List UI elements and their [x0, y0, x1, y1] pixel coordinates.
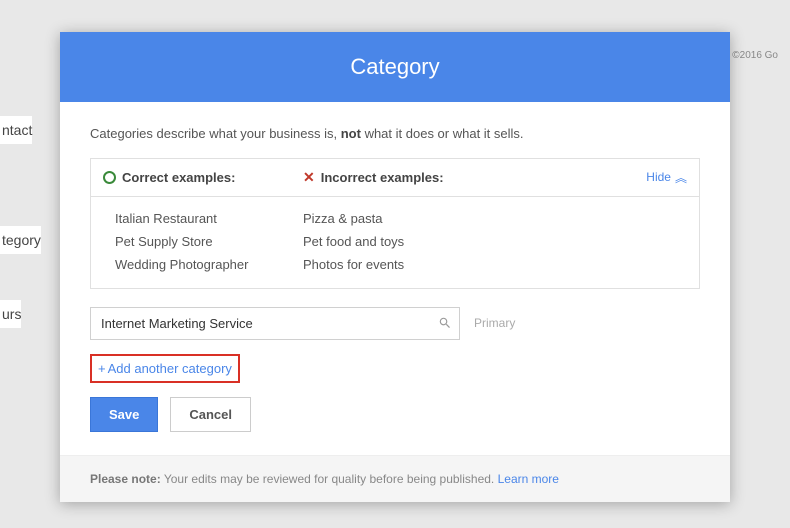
- plus-icon: +: [98, 361, 106, 376]
- save-button[interactable]: Save: [90, 397, 158, 432]
- category-input[interactable]: [90, 307, 460, 340]
- example-incorrect: Pizza & pasta: [303, 211, 687, 226]
- modal-title: Category: [60, 32, 730, 102]
- desc-pre: Categories describe what your business i…: [90, 126, 341, 141]
- bg-sidebar-category: tegory: [0, 226, 41, 254]
- bg-sidebar-hours: urs: [0, 300, 21, 328]
- examples-rows: Italian Restaurant Pizza & pasta Pet Sup…: [91, 197, 699, 288]
- incorrect-examples-header: ✕ Incorrect examples:: [303, 169, 646, 186]
- modal-body: Categories describe what your business i…: [60, 102, 730, 455]
- cancel-button[interactable]: Cancel: [170, 397, 251, 432]
- desc-post: what it does or what it sells.: [361, 126, 524, 141]
- correct-examples-header: Correct examples:: [103, 170, 303, 185]
- button-row: Save Cancel: [90, 397, 700, 432]
- incorrect-label: Incorrect examples:: [321, 170, 444, 185]
- hide-label: Hide: [646, 170, 671, 184]
- footer-note: Please note: Your edits may be reviewed …: [60, 455, 730, 502]
- category-modal: Category Categories describe what your b…: [60, 32, 730, 502]
- add-another-category-link[interactable]: + Add another category: [90, 354, 240, 383]
- example-row: Wedding Photographer Photos for events: [115, 253, 687, 276]
- primary-label: Primary: [474, 316, 515, 330]
- hide-examples-link[interactable]: Hide ︽: [646, 169, 687, 186]
- category-description: Categories describe what your business i…: [90, 124, 700, 144]
- footer-note-strong: Please note:: [90, 472, 161, 486]
- examples-header: Correct examples: ✕ Incorrect examples: …: [91, 159, 699, 197]
- check-circle-icon: [103, 171, 116, 184]
- example-correct: Pet Supply Store: [115, 234, 303, 249]
- category-input-row: Primary: [90, 307, 700, 340]
- example-row: Italian Restaurant Pizza & pasta: [115, 207, 687, 230]
- learn-more-link[interactable]: Learn more: [498, 472, 559, 486]
- example-incorrect: Photos for events: [303, 257, 687, 272]
- desc-bold: not: [341, 126, 361, 141]
- footer-note-text: Your edits may be reviewed for quality b…: [161, 472, 498, 486]
- map-copyright: ©2016 Go: [732, 50, 778, 61]
- example-correct: Italian Restaurant: [115, 211, 303, 226]
- add-another-label: Add another category: [108, 361, 232, 376]
- example-incorrect: Pet food and toys: [303, 234, 687, 249]
- example-row: Pet Supply Store Pet food and toys: [115, 230, 687, 253]
- correct-label: Correct examples:: [122, 170, 235, 185]
- example-correct: Wedding Photographer: [115, 257, 303, 272]
- x-icon: ✕: [303, 169, 315, 186]
- examples-box: Correct examples: ✕ Incorrect examples: …: [90, 158, 700, 289]
- chevron-up-icon: ︽: [675, 169, 687, 186]
- category-input-wrap: [90, 307, 460, 340]
- bg-sidebar-contact: ntact: [0, 116, 32, 144]
- search-icon: [438, 316, 452, 330]
